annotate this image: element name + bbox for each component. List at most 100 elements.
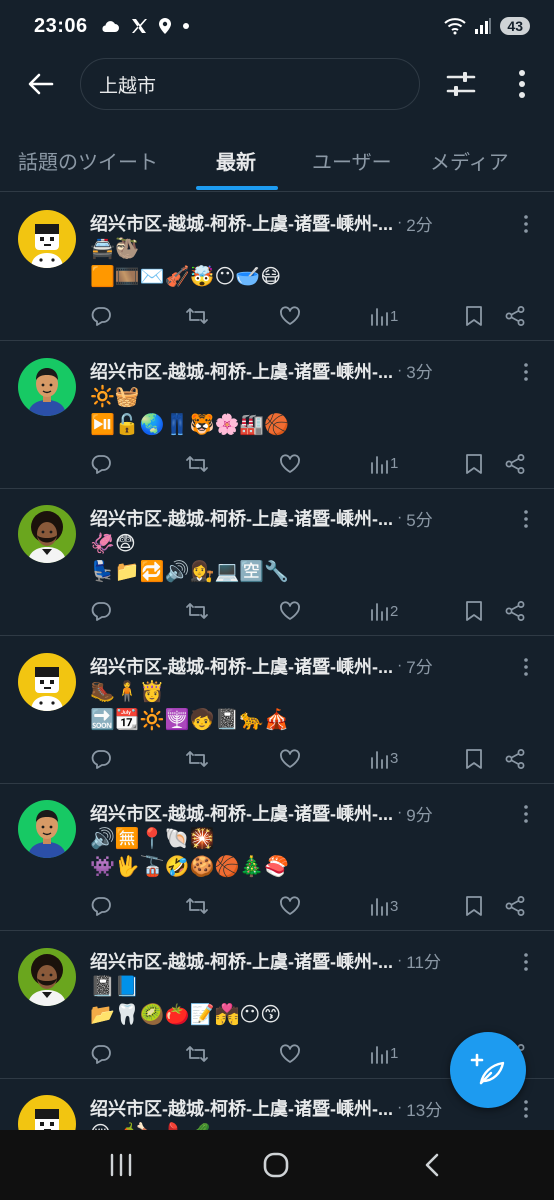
bookmark-button[interactable]: [464, 452, 484, 476]
views-button[interactable]: 1: [370, 1042, 398, 1066]
tab-media[interactable]: メディア: [430, 146, 509, 175]
reply-button[interactable]: [90, 452, 112, 476]
android-nav-bar: [0, 1130, 554, 1200]
tweet-text-line: ⏯️🔓🌏👖🐯🌸🏭🏀: [90, 413, 290, 436]
share-icon: [504, 600, 526, 622]
overflow-menu-button[interactable]: [508, 66, 536, 102]
tweet-item[interactable]: 绍兴市区-越城-柯桥-上虞-诸暨-嵊州-... · 2分 🚔🦥 🟧🎞️✉️🎻🤯😶🥣😷 1: [0, 194, 554, 341]
retweet-button[interactable]: [185, 1042, 209, 1066]
views-count: 1: [390, 1045, 399, 1062]
tweet-text-line: 💺📁🔁🔊👩‍⚖️💻🈳🔧: [90, 561, 290, 583]
search-tabs: 話題のツイート 最新 ユーザー メディア: [0, 128, 554, 192]
home-button[interactable]: [256, 1150, 296, 1180]
reply-button[interactable]: [90, 1042, 112, 1066]
like-button[interactable]: [279, 452, 301, 476]
author-name[interactable]: 绍兴市区-越城-柯桥-上虞-诸暨-嵊州-...: [90, 210, 393, 236]
tab-users[interactable]: ユーザー: [312, 146, 392, 175]
avatar[interactable]: [18, 652, 76, 711]
tweet-item[interactable]: 绍兴市区-越城-柯桥-上虞-诸暨-嵊州-... · 7分 🥾🧍👸 🔜📆🔆🕎🧒📓🐆🎪 3: [0, 637, 554, 784]
views-button[interactable]: 1: [370, 452, 398, 476]
views-button[interactable]: 1: [370, 304, 398, 328]
author-name[interactable]: 绍兴市区-越城-柯桥-上虞-诸暨-嵊州-...: [90, 505, 393, 531]
tweet-text-line: 🔜📆🔆🕎🧒📓🐆🎪: [90, 708, 290, 731]
bookmark-button[interactable]: [464, 747, 484, 771]
tweet-more-button[interactable]: [518, 952, 534, 972]
reply-button[interactable]: [90, 747, 112, 771]
compose-tweet-button[interactable]: [450, 1032, 526, 1108]
wifi-icon: [444, 18, 467, 35]
tweet-more-button[interactable]: [518, 509, 534, 529]
reply-icon: [90, 895, 112, 917]
author-name[interactable]: 绍兴市区-越城-柯桥-上虞-诸暨-嵊州-...: [90, 948, 393, 974]
avatar[interactable]: [18, 210, 76, 268]
avatar[interactable]: [18, 357, 76, 416]
dot-icon: [182, 23, 189, 29]
search-input[interactable]: 上越市: [80, 58, 420, 110]
views-button[interactable]: 3: [370, 894, 398, 918]
share-button[interactable]: [504, 747, 526, 771]
more-vertical-icon: [524, 952, 528, 971]
reply-button[interactable]: [90, 894, 112, 918]
tweet-actions: 3: [0, 747, 554, 771]
status-icons-left: [100, 17, 190, 35]
bookmark-button[interactable]: [464, 894, 484, 918]
like-button[interactable]: [279, 304, 301, 328]
views-count: 1: [390, 307, 399, 325]
tweet-more-button[interactable]: [518, 657, 534, 677]
bookmark-button[interactable]: [464, 304, 484, 328]
tweet-time: 2分: [406, 215, 433, 235]
author-name[interactable]: 绍兴市区-越城-柯桥-上虞-诸暨-嵊州-...: [90, 1095, 393, 1121]
search-filter-button[interactable]: [444, 68, 478, 100]
avatar[interactable]: [18, 800, 76, 858]
retweet-button[interactable]: [185, 599, 209, 623]
reply-icon: [90, 600, 112, 622]
author-name[interactable]: 绍兴市区-越城-柯桥-上虞-诸暨-嵊州-...: [90, 653, 393, 679]
share-button[interactable]: [504, 304, 526, 328]
like-button[interactable]: [279, 747, 301, 771]
tweet-actions: 1: [0, 304, 554, 328]
tweet-more-button[interactable]: [518, 804, 534, 824]
views-icon: [370, 306, 388, 326]
views-button[interactable]: 3: [370, 747, 398, 771]
tweet-item[interactable]: 绍兴市区-越城-柯桥-上虞-诸暨-嵊州-... · 5分 🦑😨 💺📁🔁🔊👩‍⚖️💻🈳🔧 2: [0, 489, 554, 636]
status-bar: 23:06 43: [0, 0, 554, 52]
reply-button[interactable]: [90, 304, 112, 328]
more-vertical-icon: [524, 215, 528, 233]
views-count: 1: [390, 455, 399, 472]
separator-dot: ·: [396, 951, 403, 969]
system-back-button[interactable]: [412, 1150, 452, 1180]
like-icon: [279, 305, 301, 327]
retweet-button[interactable]: [185, 747, 209, 771]
tweet-more-button[interactable]: [518, 1099, 534, 1119]
back-button[interactable]: [22, 66, 60, 102]
home-icon: [263, 1152, 289, 1178]
author-name[interactable]: 绍兴市区-越城-柯桥-上虞-诸暨-嵊州-...: [90, 358, 393, 384]
share-button[interactable]: [504, 452, 526, 476]
bookmark-button[interactable]: [464, 599, 484, 623]
tweet-time: 9分: [406, 805, 433, 825]
share-button[interactable]: [504, 599, 526, 623]
tweet-more-button[interactable]: [518, 362, 534, 382]
avatar[interactable]: [18, 505, 76, 563]
retweet-button[interactable]: [185, 894, 209, 918]
retweet-button[interactable]: [185, 452, 209, 476]
like-button[interactable]: [279, 599, 301, 623]
author-name[interactable]: 绍兴市区-越城-柯桥-上虞-诸暨-嵊州-...: [90, 800, 393, 826]
like-button[interactable]: [279, 894, 301, 918]
views-button[interactable]: 2: [370, 599, 398, 623]
tab-top[interactable]: 話題のツイート: [18, 146, 158, 175]
retweet-icon: [185, 895, 209, 917]
retweet-button[interactable]: [185, 304, 209, 328]
separator-dot: ·: [396, 509, 403, 526]
tweet-more-button[interactable]: [518, 214, 534, 234]
tweet-text-line: 🔊🈚📍🐚🎇: [90, 828, 215, 850]
share-button[interactable]: [504, 894, 526, 918]
tab-latest[interactable]: 最新: [216, 146, 256, 175]
avatar[interactable]: [18, 947, 76, 1006]
tweet-item[interactable]: 绍兴市区-越城-柯桥-上虞-诸暨-嵊州-... · 3分 🔆🧺 ⏯️🔓🌏👖🐯🌸🏭🏀 1: [0, 342, 554, 489]
recent-apps-button[interactable]: [101, 1150, 141, 1180]
reply-button[interactable]: [90, 599, 112, 623]
like-button[interactable]: [279, 1042, 301, 1066]
tweet-item[interactable]: 绍兴市区-越城-柯桥-上虞-诸暨-嵊州-... · 9分 🔊🈚📍🐚🎇 👾🖖🚡🤣🍪🏀🎄🍣 3: [0, 784, 554, 931]
separator-dot: ·: [396, 361, 403, 379]
